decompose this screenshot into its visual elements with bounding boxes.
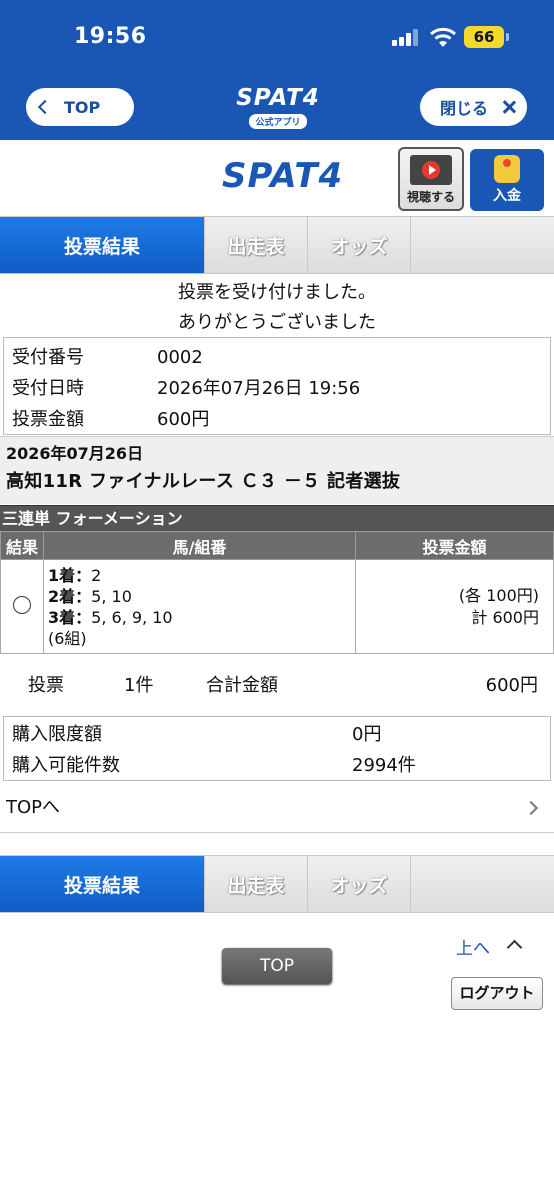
receipt-datetime-value: 2026年07月26日 19:56 <box>157 378 361 399</box>
summary-total-label: 合計金額 <box>206 675 278 696</box>
watch-label: 視聴する <box>406 190 455 204</box>
back-top-button[interactable]: TOP <box>26 88 134 126</box>
place3-label: 3着 <box>48 607 76 627</box>
app-logo: SPAT4 公式アプリ <box>232 86 324 129</box>
deposit-button[interactable]: 入金 <box>470 149 544 211</box>
top-link-label: TOPへ <box>6 797 61 818</box>
tab-odds[interactable]: オッズ <box>308 217 411 273</box>
amount-total: 計 600円 <box>471 607 539 627</box>
watch-video-button[interactable]: 視聴する <box>398 147 464 211</box>
tab-entries-bottom[interactable]: 出走表 <box>205 856 308 912</box>
race-date: 2026年07月26日 <box>6 444 144 463</box>
chevron-up-icon[interactable] <box>506 939 523 956</box>
vote-summary: 投票 1件 合計金額 600円 <box>0 666 554 706</box>
summary-label: 投票 <box>28 675 64 696</box>
battery-icon: 66 <box>464 26 504 48</box>
chevron-right-icon <box>523 800 539 816</box>
result-radio-icon <box>13 595 31 614</box>
deposit-label: 入金 <box>493 188 521 204</box>
possible-value: 2994件 <box>352 755 416 776</box>
place1-label: 1着 <box>48 565 76 585</box>
possible-label: 購入可能件数 <box>12 755 120 776</box>
close-icon <box>502 100 516 114</box>
wifi-icon <box>430 27 456 47</box>
app-header: 19:56 66 TOP SPAT4 公式アプリ 閉じる <box>0 0 554 140</box>
place2-value: 5, 10 <box>91 586 132 606</box>
result-cell <box>0 559 44 654</box>
back-top-label: TOP <box>64 97 101 117</box>
summary-total-value: 600円 <box>485 675 538 696</box>
receipt-amount-value: 600円 <box>157 409 210 430</box>
status-time: 19:56 <box>74 24 147 49</box>
site-logo: SPAT4 <box>222 156 344 196</box>
receipt-amount-label: 投票金額 <box>12 409 84 430</box>
receipt-datetime-label: 受付日時 <box>12 378 84 399</box>
summary-count: 1件 <box>124 675 154 696</box>
amount-each: (各 100円) <box>458 585 539 605</box>
tab-vote-result[interactable]: 投票結果 <box>0 217 205 273</box>
tab-bar-bottom: 投票結果 出走表 オッズ <box>0 855 554 913</box>
video-play-icon <box>410 155 452 185</box>
race-header: 2026年07月26日 高知11R ファイナルレース Ｃ３ －５ 記者選抜 <box>0 436 554 504</box>
close-button[interactable]: 閉じる <box>420 88 527 126</box>
tab-vote-result-bottom[interactable]: 投票結果 <box>0 856 205 912</box>
top-button[interactable]: TOP <box>222 948 332 984</box>
race-name: 高知11R ファイナルレース Ｃ３ －５ 記者選抜 <box>6 471 401 492</box>
place1-value: 2 <box>91 565 102 585</box>
col-amount: 投票金額 <box>355 531 554 560</box>
limit-value: 0円 <box>352 724 382 745</box>
table-row: 1着：2 2着：5, 10 3着：5, 6, 9, 10 (6組) (各 100… <box>0 559 554 654</box>
col-combination: 馬/組番 <box>43 531 356 560</box>
limit-label: 購入限度額 <box>12 724 102 745</box>
tab-empty <box>411 217 554 273</box>
receipt-number-value: 0002 <box>157 347 203 368</box>
purchase-limits: 購入限度額 0円 購入可能件数 2994件 <box>3 716 551 781</box>
confirmation-line-1: 投票を受け付けました。 <box>178 282 376 303</box>
close-label: 閉じる <box>440 99 489 118</box>
combo-count: (6組) <box>48 628 87 648</box>
tab-entries[interactable]: 出走表 <box>205 217 308 273</box>
coin-icon <box>494 155 520 183</box>
place3-value: 5, 6, 9, 10 <box>91 607 173 627</box>
receipt-number-label: 受付番号 <box>12 347 84 368</box>
place2-label: 2着 <box>48 586 76 606</box>
chevron-left-icon <box>37 99 53 115</box>
tab-empty-bottom <box>411 856 554 912</box>
receipt-info: 受付番号 0002 受付日時 2026年07月26日 19:56 投票金額 600円 <box>3 337 551 435</box>
cellular-signal-icon <box>392 28 420 46</box>
confirmation-line-2: ありがとうございました <box>178 312 376 333</box>
confirmation-message: 投票を受け付けました。 ありがとうございました <box>0 278 554 338</box>
page-top-link[interactable]: 上へ <box>456 934 490 959</box>
app-logo-text: SPAT4 <box>236 85 320 111</box>
battery-tip <box>506 33 509 41</box>
bet-type-bar: 三連単 フォーメーション <box>0 505 554 531</box>
bet-table: 結果 馬/組番 投票金額 1着：2 2着：5, 10 3着：5, 6, 9, 1… <box>0 531 554 654</box>
tab-odds-bottom[interactable]: オッズ <box>308 856 411 912</box>
tab-bar: 投票結果 出走表 オッズ <box>0 216 554 274</box>
col-result: 結果 <box>0 531 44 560</box>
combination-cell: 1着：2 2着：5, 10 3着：5, 6, 9, 10 (6組) <box>43 559 356 654</box>
logout-button[interactable]: ログアウト <box>451 977 543 1010</box>
app-logo-sub: 公式アプリ <box>249 114 307 129</box>
top-link[interactable]: TOPへ <box>0 783 554 833</box>
amount-cell: (各 100円) 計 600円 <box>355 559 554 654</box>
